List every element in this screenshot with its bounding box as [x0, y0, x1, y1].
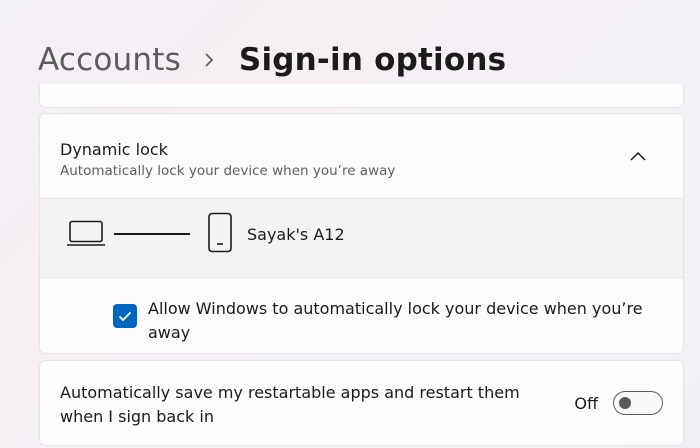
dynamic-lock-title: Dynamic lock: [60, 140, 168, 159]
breadcrumb: Accounts Sign-in options: [38, 38, 506, 82]
page-title: Sign-in options: [238, 42, 507, 78]
restart-apps-label: Automatically save my restartable apps a…: [60, 383, 520, 426]
paired-device-name: Sayak's A12: [247, 225, 345, 244]
dynamic-lock-header[interactable]: Dynamic lock Automatically lock your dev…: [40, 114, 683, 199]
restart-apps-toggle[interactable]: [613, 391, 663, 415]
dynamic-lock-subtitle: Automatically lock your device when you’…: [60, 163, 396, 179]
auto-lock-checkbox[interactable]: [113, 304, 137, 328]
connection-line: [114, 233, 190, 235]
toggle-knob: [619, 397, 631, 409]
laptop-icon: [67, 220, 107, 252]
previous-setting-card: [39, 84, 684, 108]
restart-apps-card: Automatically save my restartable apps a…: [39, 360, 684, 446]
checkmark-icon: [118, 311, 132, 321]
auto-lock-checkbox-row: Allow Windows to automatically lock your…: [40, 278, 683, 353]
chevron-up-icon[interactable]: [629, 149, 647, 163]
paired-device-row: Sayak's A12: [40, 199, 683, 278]
toggle-state-label: Off: [574, 394, 598, 413]
dynamic-lock-card: Dynamic lock Automatically lock your dev…: [39, 113, 684, 354]
phone-icon: [207, 212, 235, 258]
breadcrumb-accounts-link[interactable]: Accounts: [38, 42, 181, 78]
auto-lock-checkbox-label[interactable]: Allow Windows to automatically lock your…: [148, 297, 648, 345]
chevron-right-icon: [197, 48, 221, 72]
